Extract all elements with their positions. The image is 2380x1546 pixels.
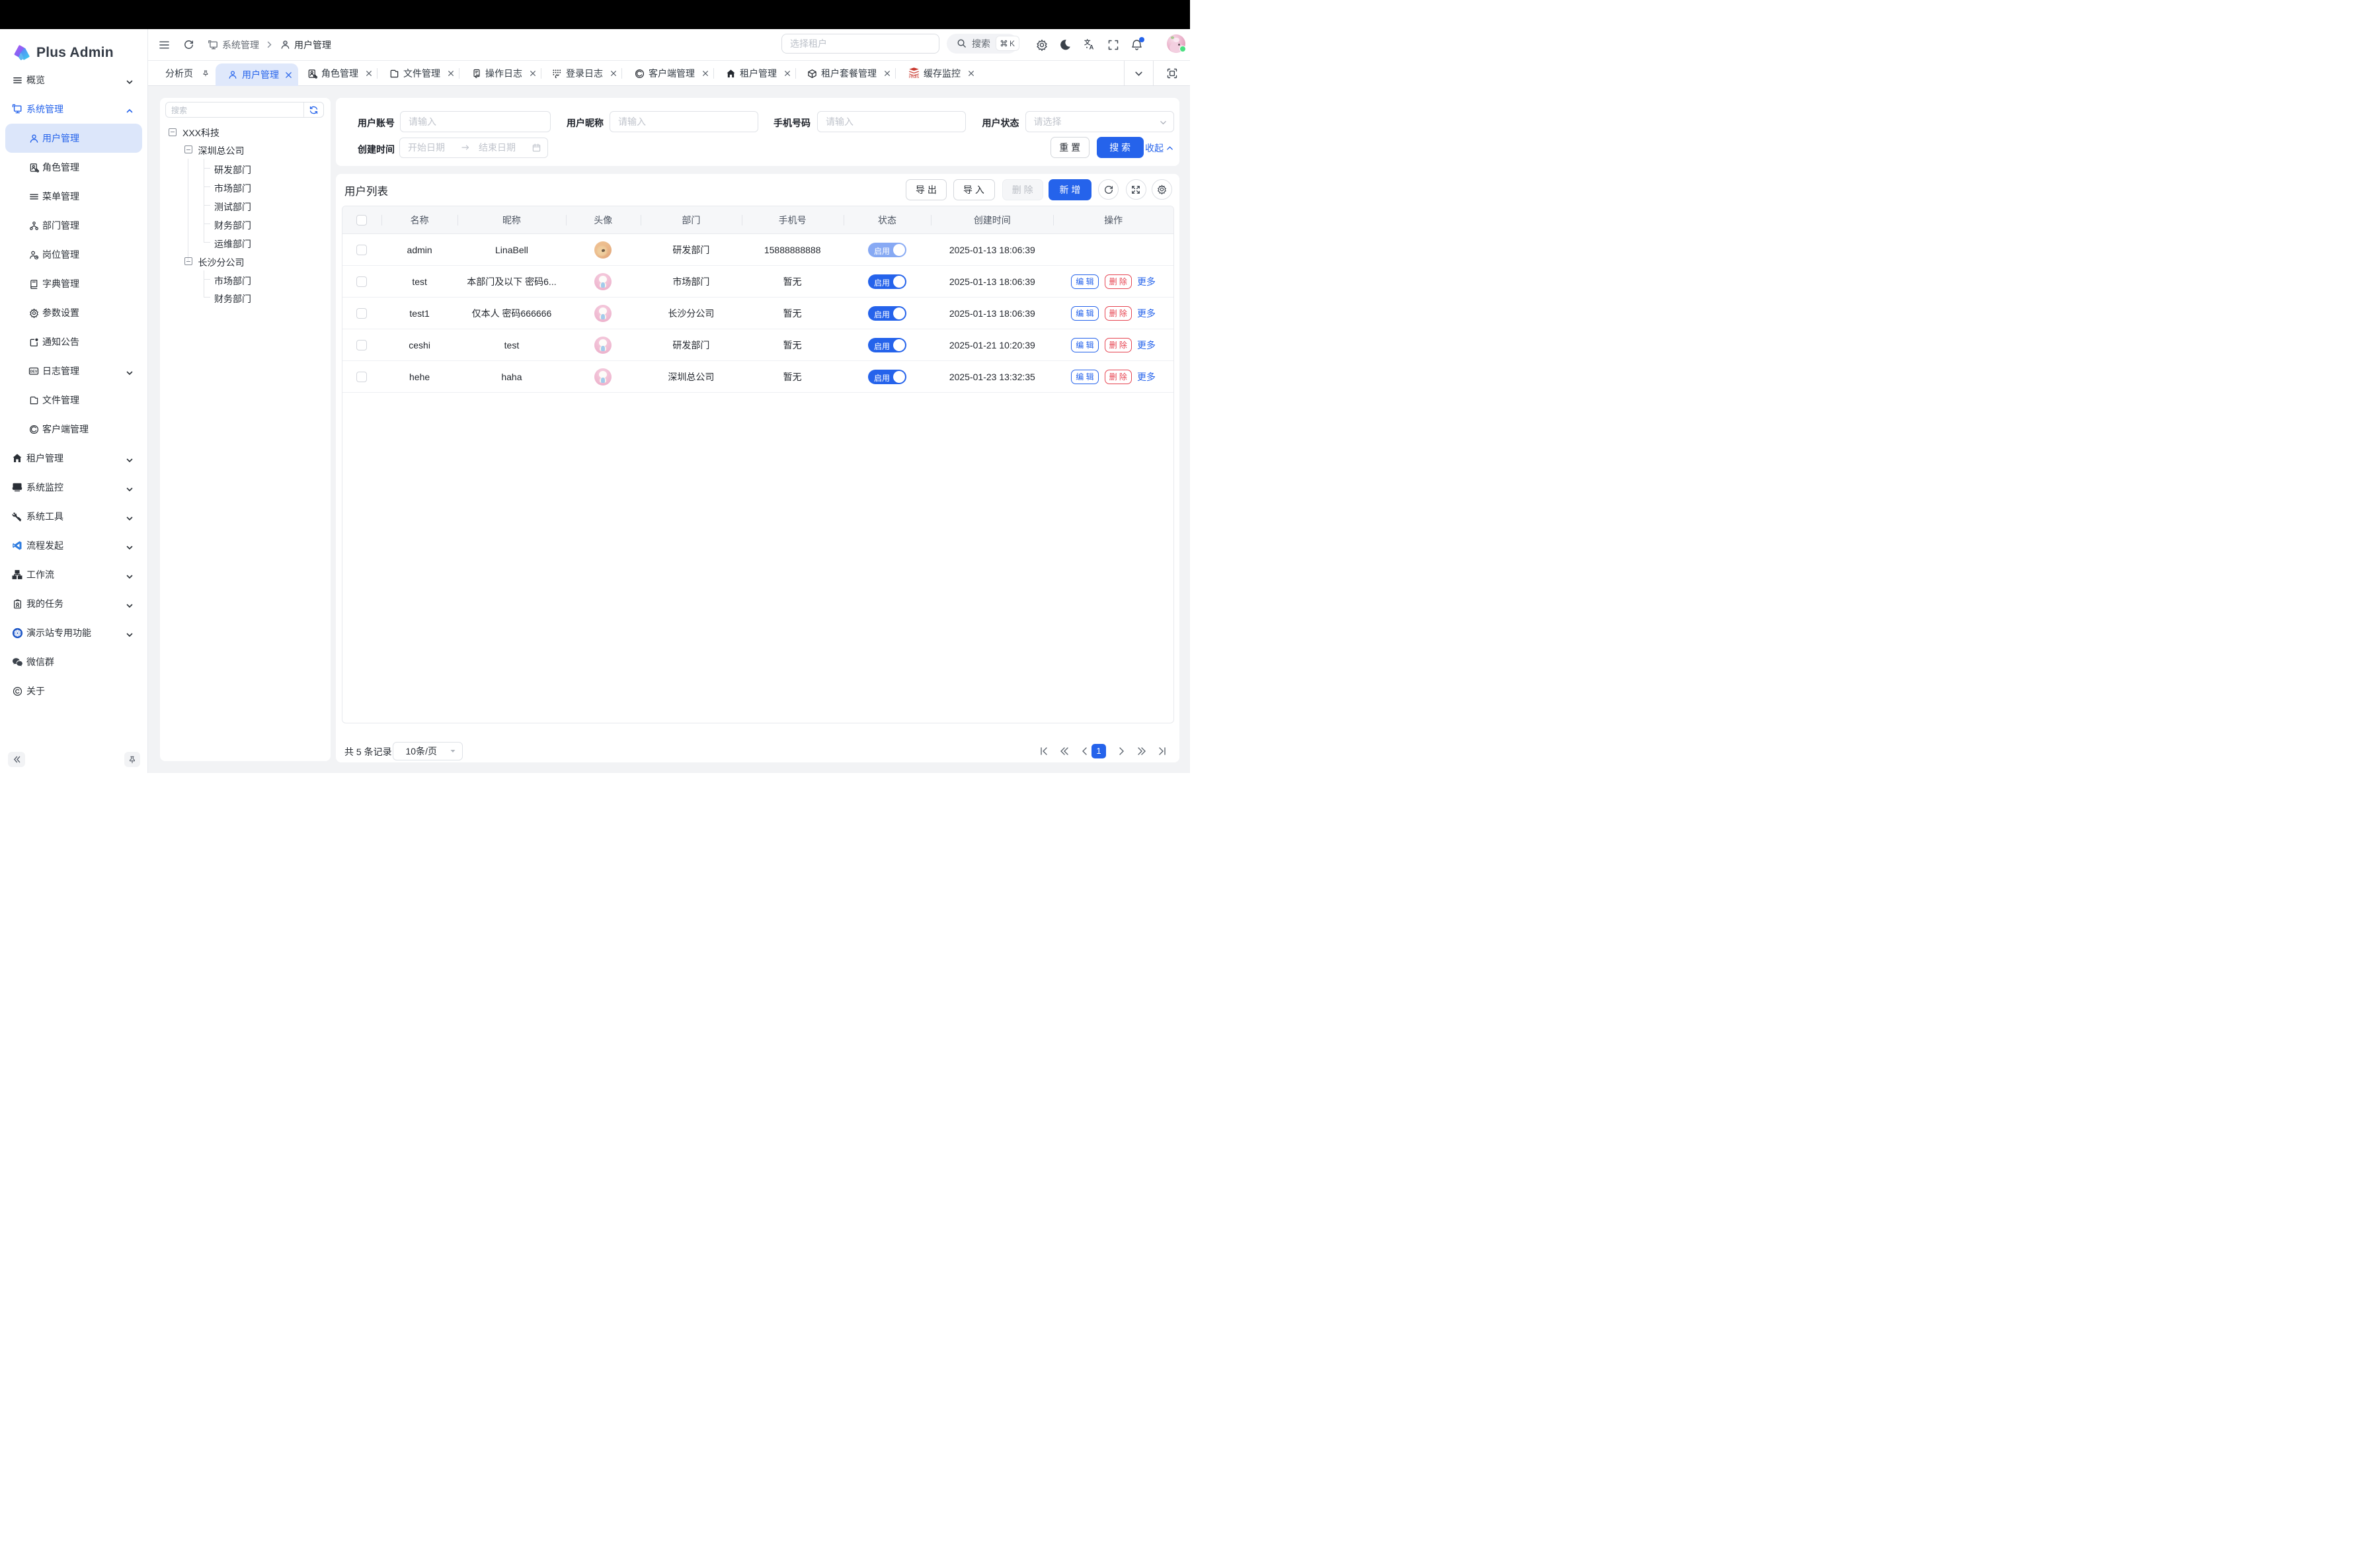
svg-text:DEV: DEV xyxy=(30,370,38,374)
svg-text:A: A xyxy=(1090,44,1094,51)
